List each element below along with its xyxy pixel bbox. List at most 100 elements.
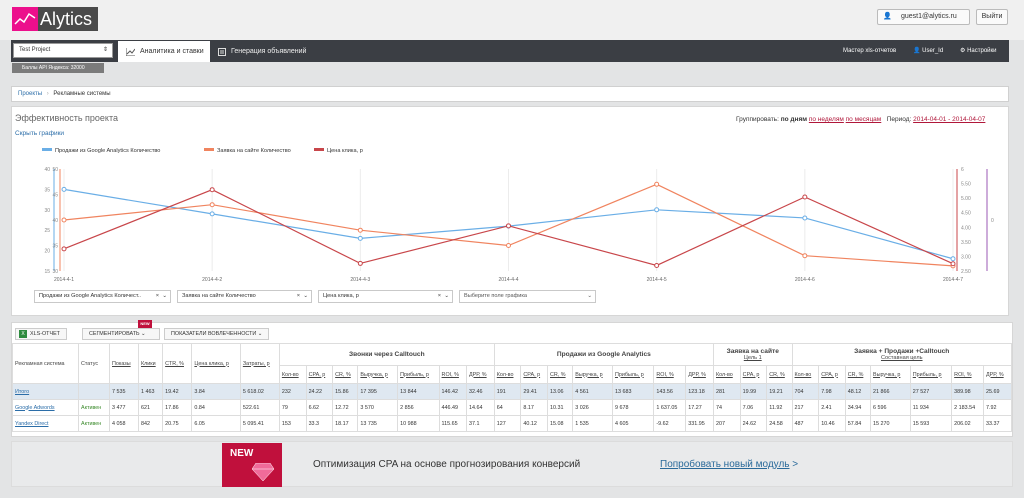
xls-report-button[interactable]: X XLS-ОТЧЕТ: [15, 328, 67, 340]
column-group-title: Заявка на сайте: [726, 348, 779, 355]
chart-field-select-4-value: Выберите поле графика: [464, 293, 528, 299]
clear-icon[interactable]: ×: [438, 291, 441, 302]
axis-tick-label: 30: [44, 208, 50, 214]
breadcrumb-projects[interactable]: Проекты: [18, 91, 42, 97]
column-header[interactable]: CPA, р: [520, 365, 548, 384]
column-header[interactable]: CPA, р: [305, 365, 334, 384]
axis-tick-label: 5.00: [961, 196, 971, 202]
tab-ad-generation[interactable]: Генерация объявлений: [215, 41, 315, 62]
stats-table: Рекламная система Статус Показы Клики CTR, %…: [12, 343, 1012, 432]
new-badge: NEW: [138, 320, 152, 328]
column-header[interactable]: ROI, %: [951, 365, 985, 384]
clear-icon[interactable]: ×: [297, 291, 300, 302]
project-select[interactable]: Test Project ⇕: [13, 43, 113, 58]
column-header[interactable]: Прибыль, р: [909, 365, 953, 384]
column-header[interactable]: Показы: [109, 343, 139, 384]
column-header[interactable]: Кол-во: [493, 365, 522, 384]
data-point: [802, 253, 808, 259]
table-cell: 29.41: [520, 383, 548, 400]
column-header[interactable]: CR, %: [766, 365, 793, 384]
table-cell: 79: [278, 399, 307, 416]
segment-button[interactable]: СЕГМЕНТИРОВАТЬ ⌄: [82, 328, 160, 340]
table-cell: 446.49: [438, 399, 467, 416]
user-account-button[interactable]: 👤 guest1@alytics.ru: [877, 9, 970, 25]
column-group-subtitle[interactable]: Цель 1: [716, 355, 790, 361]
column-header[interactable]: Выручка, р: [357, 365, 399, 384]
table-cell: 487: [791, 415, 820, 432]
column-header[interactable]: CR, %: [844, 365, 872, 384]
column-header[interactable]: ДРР, %: [983, 365, 1012, 384]
column-header[interactable]: ДРР, %: [685, 365, 714, 384]
column-group-subtitle[interactable]: Составная цель: [795, 355, 1010, 361]
axis-tick-label: 40: [44, 167, 50, 173]
chart-field-select-2[interactable]: Заявка на сайте Количество × ⌄: [177, 290, 312, 303]
table-cell: 25.69: [983, 383, 1012, 400]
x-tick-label: 2014-4-5: [647, 277, 667, 283]
column-header[interactable]: Выручка, р: [870, 365, 911, 384]
column-header[interactable]: Цена клика, р: [191, 343, 241, 384]
logo-mark-icon: [12, 7, 38, 31]
row-name[interactable]: Итого: [12, 383, 79, 400]
group-months[interactable]: по месяцам: [846, 116, 882, 123]
hide-charts-link[interactable]: Скрыть графики: [15, 130, 64, 137]
chart-field-select-4[interactable]: Выберите поле графика ⌄: [459, 290, 596, 303]
line-chart: 15202530354030354045502.503.003.504.004.…: [42, 147, 994, 283]
legend-swatch: [42, 148, 52, 151]
logout-button[interactable]: Выйти: [976, 9, 1008, 25]
period-picker[interactable]: 2014-04-01 - 2014-04-07: [913, 116, 985, 123]
tab-analytics[interactable]: Аналитика и ставки: [118, 41, 210, 62]
diamond-icon: [252, 463, 274, 481]
column-header[interactable]: CPA, р: [739, 365, 768, 384]
axis-tick-label: 3.50: [961, 240, 971, 246]
axis-tick-label: 2.50: [961, 269, 971, 275]
settings-link[interactable]: ⚙ Настройки: [960, 41, 996, 62]
table-header-row: Рекламная система Статус Показы Клики CTR, %…: [12, 343, 1012, 384]
column-header[interactable]: CTR, %: [162, 343, 193, 384]
group-weeks[interactable]: по неделям: [809, 116, 844, 123]
table-cell: 33.37: [983, 415, 1012, 432]
table-cell: 11.92: [766, 399, 793, 416]
chart-field-select-3[interactable]: Цена клика, р × ⌄: [318, 290, 453, 303]
user-email: guest1@alytics.ru: [901, 13, 957, 20]
logo[interactable]: Alytics: [12, 7, 99, 31]
column-header[interactable]: CR, %: [546, 365, 574, 384]
document-icon: [218, 48, 226, 56]
table-cell: 6.62: [305, 399, 334, 416]
column-header[interactable]: ROI, %: [438, 365, 467, 384]
column-header[interactable]: Кол-во: [712, 365, 741, 384]
column-header[interactable]: CR, %: [332, 365, 359, 384]
column-header[interactable]: ROI, %: [653, 365, 687, 384]
api-points-badge: Баллы API Яндекса: 32000: [12, 63, 104, 73]
chevron-down-icon: ⌄: [257, 331, 263, 337]
x-tick-label: 2014-4-3: [350, 277, 370, 283]
promo-link[interactable]: Попробовать новый модуль >: [660, 459, 798, 470]
table-cell: 115.65: [438, 415, 467, 432]
column-header[interactable]: Затраты, р: [239, 343, 280, 384]
table-cell: 17.86: [162, 399, 193, 416]
row-name[interactable]: Yandex Direct: [12, 415, 79, 432]
engagement-button[interactable]: ПОКАЗАТЕЛИ ВОВЛЕЧЕННОСТИ ⌄: [164, 328, 270, 340]
user-id-link[interactable]: 👤 User_Id: [913, 41, 943, 62]
column-group-header: Продажи из Google Analytics: [493, 343, 714, 366]
group-days[interactable]: по дням: [781, 116, 807, 123]
column-header[interactable]: Кол-во: [791, 365, 820, 384]
chart-field-select-1[interactable]: Продажи из Google Analytics Количест.. × ⌄: [34, 290, 171, 303]
table-cell: 146.42: [438, 383, 467, 400]
column-header[interactable]: CPA, р: [818, 365, 846, 384]
row-name[interactable]: Google Adwords: [12, 399, 79, 416]
x-tick-label: 2014-4-6: [795, 277, 815, 283]
column-header[interactable]: Прибыль, р: [397, 365, 440, 384]
table-cell: 48.12: [844, 383, 872, 400]
column-header[interactable]: Кол-во: [278, 365, 307, 384]
column-header[interactable]: Прибыль, р: [611, 365, 655, 384]
column-header[interactable]: Клики: [137, 343, 164, 384]
data-point: [654, 262, 660, 268]
table-cell: 24.62: [739, 415, 768, 432]
column-header[interactable]: Выручка, р: [572, 365, 613, 384]
tab-analytics-label: Аналитика и ставки: [140, 48, 204, 55]
clear-icon[interactable]: ×: [156, 291, 159, 302]
axis-tick-label: 4.00: [961, 225, 971, 231]
column-header[interactable]: ДРР, %: [465, 365, 495, 384]
stats-panel: X XLS-ОТЧЕТ СЕГМЕНТИРОВАТЬ ⌄ NEW ПОКАЗАТЕ…: [11, 320, 1013, 437]
report-master-link[interactable]: Мастер xls-отчетов: [843, 41, 896, 62]
